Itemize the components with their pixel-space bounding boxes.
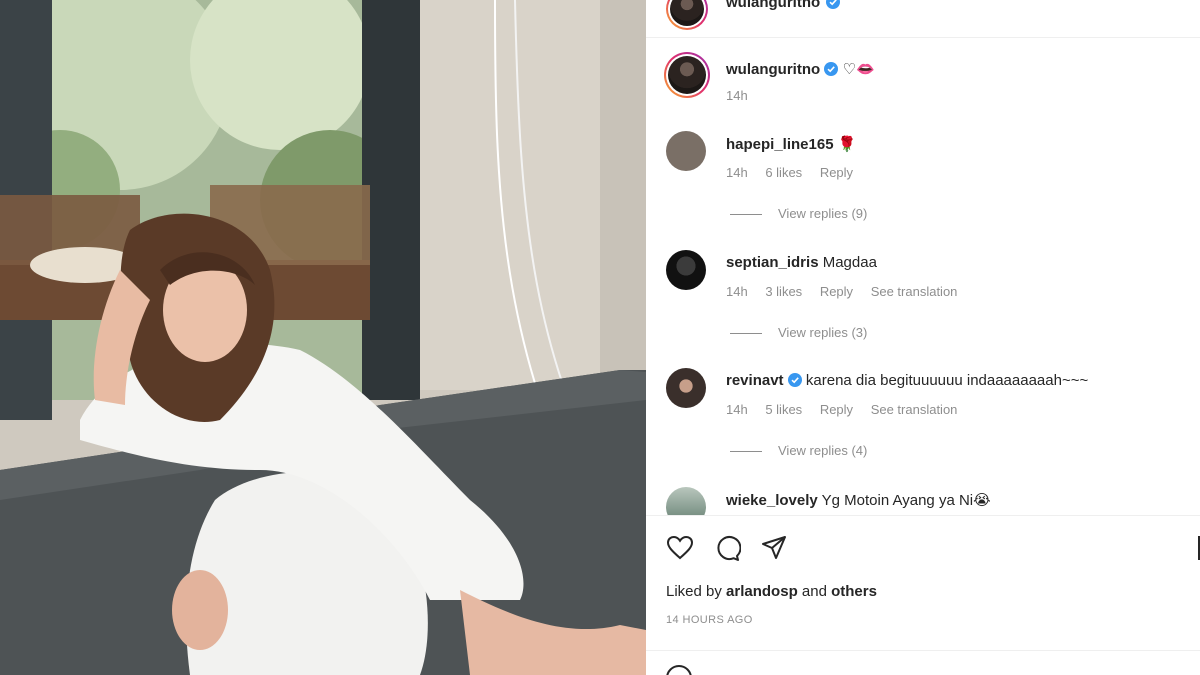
liked-by-others[interactable]: others [831,583,877,600]
liked-by-and: and [801,583,827,600]
view-replies-label: View replies (3) [778,325,868,340]
reply-button[interactable]: Reply [820,165,853,180]
emoji-icon[interactable] [666,665,692,675]
liked-by-line: Liked by arlandosp and others [666,583,877,600]
comment-username[interactable]: revinavt [726,372,784,389]
see-translation-button[interactable]: See translation [871,402,958,417]
see-translation-button[interactable]: See translation [871,284,958,299]
comment-likes[interactable]: 3 likes [765,284,802,299]
author-avatar-header[interactable] [666,0,708,30]
comment-text: karena dia begituuuuuu indaaaaaaaah~~~ [805,372,1089,389]
author-avatar[interactable] [664,52,710,98]
heart-icon[interactable] [666,534,694,562]
add-comment-bar [646,650,1200,675]
commenter-avatar[interactable] [666,368,706,408]
commenter-avatar[interactable] [666,250,706,290]
reply-button[interactable]: Reply [820,284,853,299]
view-replies-button[interactable]: View replies (3) [730,325,867,340]
replies-divider [730,333,762,335]
author-username-header[interactable]: wulanguritno [726,0,820,11]
post-header: wulanguritno [646,0,1200,38]
comment-text: Magdaa [822,254,877,271]
caption-time: 14h [726,88,748,103]
comment-time: 14h [726,402,748,417]
comment-icon[interactable] [713,534,741,562]
view-replies-label: View replies (4) [778,443,868,458]
comment-username[interactable]: septian_idris [726,254,819,271]
commenter-avatar[interactable] [666,487,706,515]
liked-by-prefix: Liked by [666,583,722,600]
caption-username[interactable]: wulanguritno [726,61,820,78]
verified-badge-icon [824,62,839,76]
caption-text: ♡👄 [842,61,875,78]
view-replies-button[interactable]: View replies (4) [730,443,867,458]
post-photo[interactable] [0,0,646,675]
comment-likes[interactable]: 6 likes [765,165,802,180]
comment-text: 🌹 [837,136,857,153]
comment-text: Yg Motoin Ayang ya Ni😭 [821,492,991,509]
paper-plane-icon[interactable] [760,534,788,562]
comment-time: 14h [726,165,748,180]
view-replies-button[interactable]: View replies (9) [730,206,867,221]
replies-divider [730,214,762,216]
post-detail-panel: wulanguritno wulanguritno ♡👄 14h hapepi_… [646,0,1200,675]
comment-likes[interactable]: 5 likes [765,402,802,417]
liked-by-user[interactable]: arlandosp [726,583,798,600]
view-replies-label: View replies (9) [778,206,868,221]
actions-divider [646,515,1200,516]
comment-username[interactable]: wieke_lovely [726,492,818,509]
verified-badge-icon [787,373,802,387]
comment-username[interactable]: hapepi_line165 [726,136,834,153]
replies-divider [730,451,762,453]
commenter-avatar[interactable] [666,131,706,171]
verified-badge-icon [826,0,840,9]
post-timestamp[interactable]: 14 HOURS AGO [666,614,753,626]
comment-time: 14h [726,284,748,299]
reply-button[interactable]: Reply [820,402,853,417]
comment-item: wieke_lovely Yg Motoin Ayang ya Ni😭 [646,487,1200,515]
